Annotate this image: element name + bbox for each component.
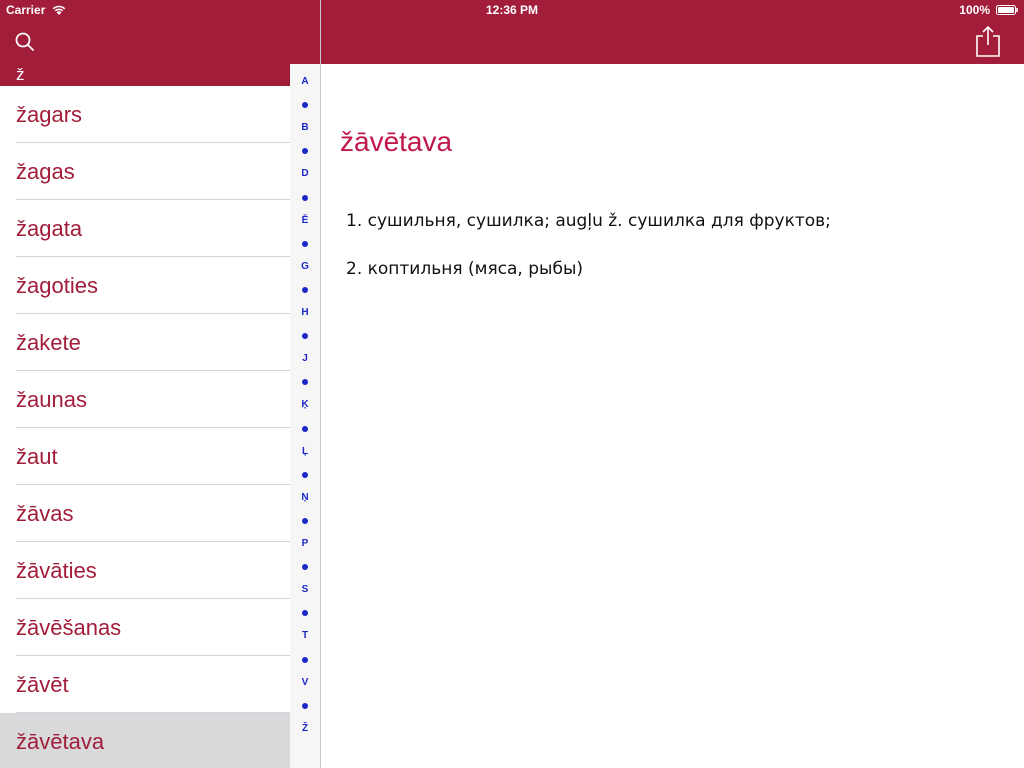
index-dot[interactable] xyxy=(302,333,308,340)
index-letter[interactable]: A xyxy=(290,76,320,87)
index-letter[interactable]: H xyxy=(290,307,320,318)
list-item[interactable]: žāvas xyxy=(0,485,290,542)
index-dot[interactable] xyxy=(302,702,308,709)
list-item[interactable]: žāvēšanas xyxy=(0,599,290,656)
list-item[interactable]: žagas xyxy=(0,143,290,200)
navigation-bar: Carrier 12:36 PM 100% xyxy=(0,0,1024,64)
index-letter[interactable]: P xyxy=(290,538,320,549)
index-dot[interactable] xyxy=(302,240,308,247)
index-dot[interactable] xyxy=(302,656,308,663)
share-icon[interactable] xyxy=(974,24,1002,58)
index-letter[interactable]: G xyxy=(290,261,320,272)
index-dot[interactable] xyxy=(302,425,308,432)
index-letter[interactable]: Ē xyxy=(290,215,320,226)
index-dot[interactable] xyxy=(302,286,308,293)
index-dot[interactable] xyxy=(302,471,308,478)
index-letter[interactable]: T xyxy=(290,630,320,641)
list-item[interactable]: žagata xyxy=(0,200,290,257)
clock: 12:36 PM xyxy=(485,3,539,17)
index-dot[interactable] xyxy=(302,148,308,155)
list-item[interactable]: žagoties xyxy=(0,257,290,314)
list-item[interactable]: žaunas xyxy=(0,371,290,428)
index-letter[interactable]: B xyxy=(290,122,320,133)
index-letter[interactable]: J xyxy=(290,353,320,364)
index-dot[interactable] xyxy=(302,517,308,524)
index-letter[interactable]: S xyxy=(290,584,320,595)
index-letter[interactable]: Ž xyxy=(290,723,320,734)
definition-list: 1. сушильня, сушилка; augļu ž. сушилка д… xyxy=(346,208,831,304)
definition-item: 1. сушильня, сушилка; augļu ž. сушилка д… xyxy=(346,211,831,231)
search-icon[interactable] xyxy=(13,30,37,54)
index-letter[interactable]: V xyxy=(290,677,320,688)
list-item[interactable]: žāvēt xyxy=(0,656,290,713)
list-item-selected[interactable]: žāvētava xyxy=(0,713,290,768)
section-index-bar[interactable]: A B D Ē G H J Ķ Ļ Ņ P S T V Ž xyxy=(290,64,320,768)
index-dot[interactable] xyxy=(302,564,308,571)
word-list-pane: ž žagars žagas žagata žagoties žakete ža… xyxy=(0,64,320,768)
list-item[interactable]: žaut xyxy=(0,428,290,485)
index-letter[interactable]: Ļ xyxy=(290,446,320,457)
split-divider xyxy=(320,0,321,768)
index-letter[interactable]: Ņ xyxy=(290,492,320,503)
index-dot[interactable] xyxy=(302,379,308,386)
definition-item: 2. коптильня (мяса, рыбы) xyxy=(346,259,583,279)
word-list: žagars žagas žagata žagoties žakete žaun… xyxy=(0,86,290,768)
entry-title: žāvētava xyxy=(340,126,453,157)
section-header: ž xyxy=(0,64,290,86)
index-letter[interactable]: Ķ xyxy=(290,399,320,410)
battery-icon xyxy=(996,5,1018,15)
index-dot[interactable] xyxy=(302,610,308,617)
status-bar: Carrier 12:36 PM 100% xyxy=(0,0,1024,20)
index-dot[interactable] xyxy=(302,102,308,109)
list-item[interactable]: žakete xyxy=(0,314,290,371)
list-item[interactable]: žāvāties xyxy=(0,542,290,599)
battery-percentage: 100% xyxy=(959,3,990,17)
index-letter[interactable]: D xyxy=(290,168,320,179)
list-item[interactable]: žagars xyxy=(0,86,290,143)
index-dot[interactable] xyxy=(302,194,308,201)
